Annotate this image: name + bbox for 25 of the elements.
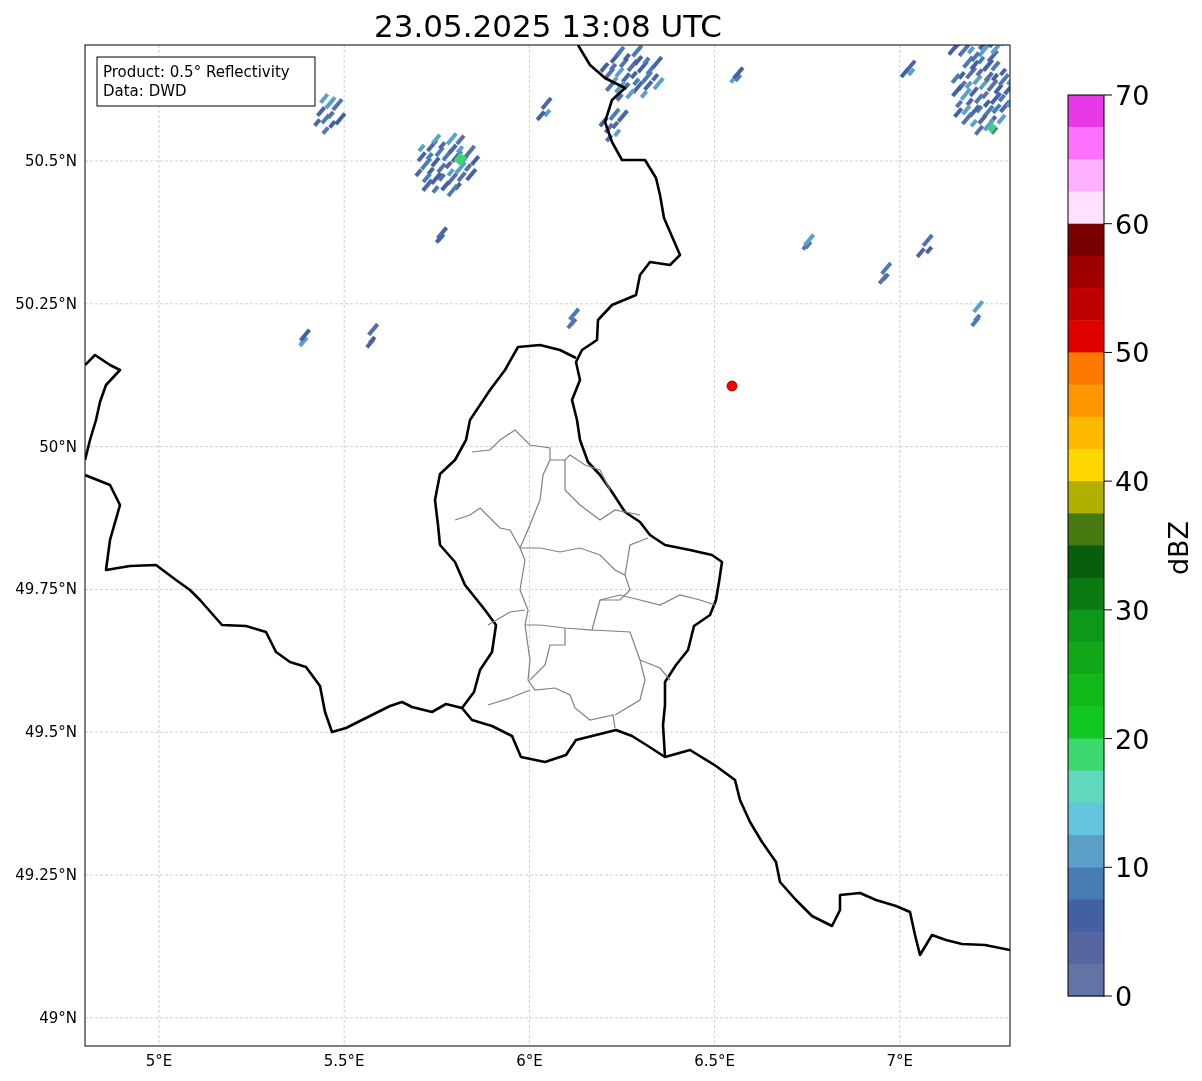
radar-site-marker bbox=[726, 380, 738, 392]
latitude-label: 49.5°N bbox=[24, 723, 77, 742]
colorbar-tick-label: 40 bbox=[1115, 466, 1150, 498]
latitude-label: 49°N bbox=[39, 1008, 77, 1027]
colorbar-tick-label: 10 bbox=[1115, 852, 1150, 884]
info-text: Product: 0.5° Reflectivity bbox=[103, 63, 290, 81]
colorbar-tick-label: 70 bbox=[1115, 80, 1150, 111]
colorbar-tick-label: 50 bbox=[1115, 337, 1150, 369]
longitude-label: 5°E bbox=[145, 1052, 173, 1070]
longitude-label: 6.5°E bbox=[694, 1052, 735, 1070]
longitude-label: 5.5°E bbox=[323, 1052, 365, 1070]
latitude-label: 49.75°N bbox=[15, 580, 77, 599]
longitude-label: 7°E bbox=[886, 1052, 914, 1070]
colorbar-label: dBZ bbox=[1163, 520, 1194, 576]
latitude-label: 50.5°N bbox=[24, 152, 77, 170]
colorbar-tick-label: 0 bbox=[1115, 981, 1133, 1012]
latitude-label: 50.25°N bbox=[15, 294, 77, 313]
colorbar-tick-label: 20 bbox=[1115, 723, 1150, 755]
plot-title: 23.05.2025 13:08 UTC bbox=[374, 8, 722, 44]
latitude-label: 49.25°N bbox=[15, 866, 77, 884]
colorbar-tick-label: 30 bbox=[1115, 594, 1150, 626]
info-text: Data: DWD bbox=[103, 82, 187, 100]
latitude-label: 50°N bbox=[39, 437, 77, 456]
colorbar-tick-label: 60 bbox=[1115, 208, 1150, 240]
longitude-label: 6°E bbox=[516, 1052, 543, 1070]
